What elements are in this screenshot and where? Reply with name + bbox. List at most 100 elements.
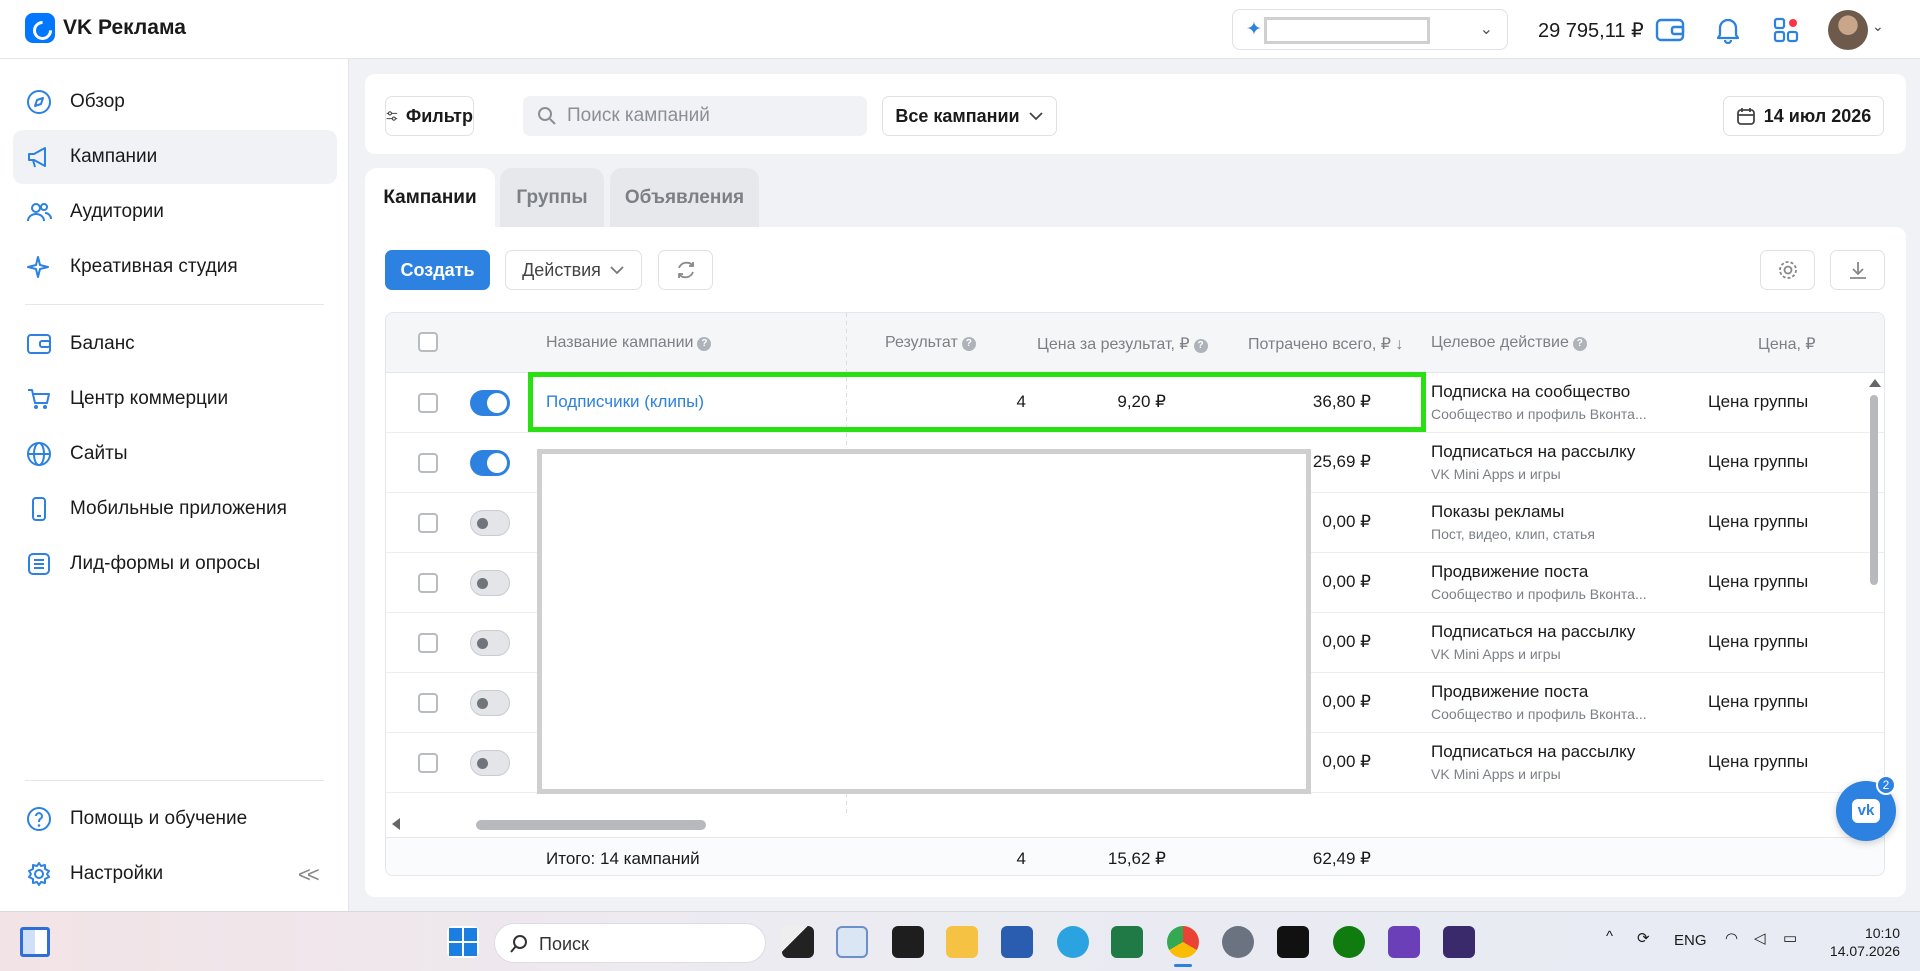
app-logo[interactable]: VK Реклама	[25, 13, 186, 43]
widgets-icon[interactable]	[20, 927, 50, 957]
horizontal-scroll-thumb[interactable]	[476, 820, 706, 830]
target-action-sub: VK Mini Apps и игры	[1431, 466, 1561, 482]
column-header-price[interactable]: Цена, ₽	[1758, 334, 1816, 354]
vertical-scroll-thumb[interactable]	[1870, 395, 1878, 585]
scroll-left-arrow-icon[interactable]	[392, 818, 400, 830]
download-button[interactable]	[1830, 250, 1885, 290]
wallet-icon[interactable]	[1654, 14, 1686, 46]
taskbar-search[interactable]: Поиск	[494, 923, 766, 963]
apps-grid-icon[interactable]	[1770, 14, 1802, 46]
campaign-status-toggle[interactable]	[470, 390, 510, 416]
vk-logo-icon: vk	[1852, 799, 1880, 823]
column-header-name[interactable]: Название кампании?	[546, 334, 712, 352]
actions-dropdown[interactable]: Действия	[505, 250, 642, 290]
excel-icon[interactable]	[1111, 926, 1143, 958]
chevron-down-icon[interactable]: ⌄	[1872, 18, 1884, 35]
column-header-result[interactable]: Результат?	[885, 334, 976, 352]
row-checkbox[interactable]	[418, 453, 438, 473]
date-picker[interactable]: 14 июл 2026	[1723, 96, 1884, 136]
row-checkbox[interactable]	[418, 573, 438, 593]
refresh-button[interactable]	[658, 250, 713, 290]
sidebar-item-mobile-apps[interactable]: Мобильные приложения	[13, 482, 337, 536]
tab-groups[interactable]: Группы	[500, 168, 604, 227]
select-all-checkbox[interactable]	[418, 332, 438, 352]
campaign-status-toggle[interactable]	[470, 630, 510, 656]
store-icon[interactable]	[1001, 926, 1033, 958]
table-header: Название кампании? Результат? Цена за ре…	[386, 313, 1884, 373]
file-explorer-icon[interactable]	[946, 926, 978, 958]
app-h-icon[interactable]	[1277, 926, 1309, 958]
target-action-sub: Пост, видео, клип, статья	[1431, 526, 1595, 542]
volume-icon[interactable]: ◁	[1754, 929, 1766, 947]
collapse-sidebar-button[interactable]: <<	[298, 862, 320, 888]
sidebar-item-commerce[interactable]: Центр коммерции	[13, 372, 337, 426]
tab-ads[interactable]: Объявления	[610, 168, 759, 227]
balance-amount[interactable]: 29 795,11 ₽	[1538, 18, 1644, 43]
sidebar-item-campaigns[interactable]: Кампании	[13, 130, 337, 184]
row-checkbox[interactable]	[418, 753, 438, 773]
telegram-icon[interactable]	[1057, 926, 1089, 958]
row-checkbox[interactable]	[418, 693, 438, 713]
sync-icon[interactable]: ⟳	[1637, 929, 1650, 947]
account-selector[interactable]: ✦ ⌄	[1232, 9, 1508, 50]
help-icon	[26, 806, 52, 832]
globe-icon	[26, 441, 52, 467]
column-header-target[interactable]: Целевое действие?	[1431, 334, 1587, 352]
settings-gear-icon[interactable]	[1222, 926, 1254, 958]
row-checkbox[interactable]	[418, 393, 438, 413]
sidebar-item-sites[interactable]: Сайты	[13, 427, 337, 481]
filter-button[interactable]: Фильтр	[385, 96, 474, 136]
bell-icon[interactable]	[1712, 14, 1744, 46]
tray-chevron-up-icon[interactable]: ^	[1606, 928, 1613, 945]
sidebar-item-label: Настройки	[70, 863, 164, 884]
redacted-area	[537, 449, 1311, 794]
user-avatar[interactable]	[1828, 10, 1868, 50]
sidebar-item-settings[interactable]: Настройки	[13, 847, 337, 901]
sidebar-item-audiences[interactable]: Аудитории	[13, 185, 337, 239]
price-value: Цена группы	[1708, 452, 1809, 471]
sidebar-item-creative-studio[interactable]: Креативная студия	[13, 240, 337, 294]
chrome-icon[interactable]	[1167, 926, 1199, 958]
row-checkbox[interactable]	[418, 513, 438, 533]
campaign-status-toggle[interactable]	[470, 570, 510, 596]
xbox-icon[interactable]	[1333, 926, 1365, 958]
column-header-spent[interactable]: Потрачено всего, ₽ ↓	[1248, 334, 1403, 354]
campaign-status-toggle[interactable]	[470, 510, 510, 536]
scroll-up-arrow-icon[interactable]	[1869, 379, 1881, 387]
total-cost-per-result: 15,62 ₽	[1107, 849, 1166, 868]
row-checkbox[interactable]	[418, 633, 438, 653]
vertical-scrollbar[interactable]	[1864, 373, 1884, 813]
task-view-icon[interactable]	[782, 926, 814, 958]
resource-monitor-icon[interactable]	[836, 926, 868, 958]
sidebar-item-help[interactable]: Помощь и обучение	[13, 792, 337, 846]
figma-icon[interactable]	[892, 926, 924, 958]
column-header-cost-per-result[interactable]: Цена за результат, ₽?	[1037, 334, 1208, 354]
table-settings-button[interactable]	[1760, 250, 1815, 290]
campaign-status-toggle[interactable]	[470, 690, 510, 716]
app-purple-icon[interactable]	[1388, 926, 1420, 958]
campaign-search[interactable]	[523, 96, 867, 136]
app-dark-icon[interactable]	[1443, 926, 1475, 958]
battery-icon[interactable]: ▭	[1783, 929, 1797, 947]
campaign-status-toggle[interactable]	[470, 750, 510, 776]
target-action-sub: VK Mini Apps и игры	[1431, 766, 1561, 782]
sidebar-item-lead-forms[interactable]: Лид-формы и опросы	[13, 537, 337, 591]
sidebar-item-overview[interactable]: Обзор	[13, 75, 337, 129]
wifi-icon[interactable]: ◠	[1725, 929, 1738, 947]
search-input[interactable]	[567, 104, 857, 128]
sidebar-item-balance[interactable]: Баланс	[13, 317, 337, 371]
sidebar: Обзор Кампании Аудитории Креативная студ…	[0, 59, 349, 911]
total-spent: 62,49 ₽	[1312, 849, 1371, 868]
start-icon[interactable]	[447, 926, 479, 958]
top-bar: VK Реклама ✦ ⌄ 29 795,11 ₽ ⌄	[0, 0, 1920, 59]
create-button[interactable]: Создать	[385, 250, 490, 290]
campaign-status-toggle[interactable]	[470, 450, 510, 476]
system-clock[interactable]: 10:10 14.07.2026	[1820, 924, 1900, 960]
sidebar-item-label: Баланс	[70, 333, 135, 354]
campaign-scope-select[interactable]: Все кампании	[882, 96, 1057, 136]
horizontal-scrollbar[interactable]	[386, 813, 1866, 837]
language-indicator[interactable]: ENG	[1674, 932, 1707, 949]
tab-campaigns[interactable]: Кампании	[365, 168, 495, 227]
price-value: Цена группы	[1708, 572, 1809, 591]
campaign-scope-label: Все кампании	[895, 105, 1020, 126]
